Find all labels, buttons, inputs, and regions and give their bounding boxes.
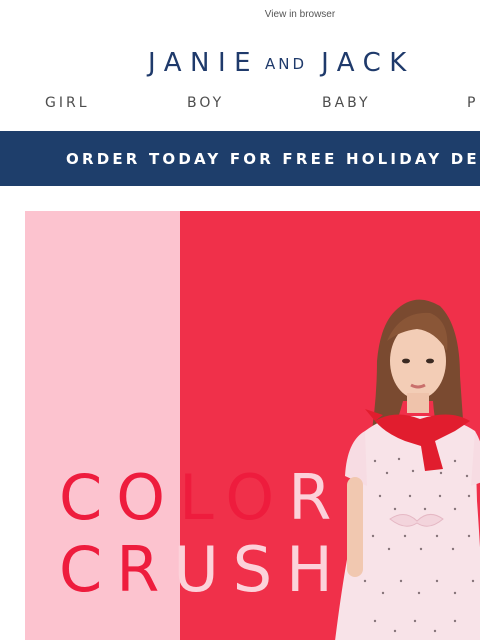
nav-item-boy[interactable]: BOY [187,95,224,111]
headline-crush: CRUSH [59,539,347,601]
headline-crush-soft: USH [173,533,347,606]
promo-banner[interactable]: ORDER TODAY FOR FREE HOLIDAY DELI [0,131,480,186]
nav-item-partial[interactable]: P [467,95,478,111]
logo-word-jack: JACK [321,48,415,78]
nav-item-baby[interactable]: BABY [322,95,371,111]
janie-and-jack-logo[interactable]: JANIE AND JACK [148,46,458,80]
girl-model-image [335,299,480,640]
logo-word-janie: JANIE [148,48,260,78]
logo-word-and: AND [265,55,308,73]
view-in-browser-link[interactable]: View in browser [0,9,480,20]
headline-color-soft: R [288,461,346,534]
promo-banner-text: ORDER TODAY FOR FREE HOLIDAY DELI [66,150,480,168]
headline-color: COLOR [59,467,345,529]
category-nav: GIRL BOY BABY P [0,95,480,117]
headline-color-strong: COLO [59,461,289,534]
nav-item-girl[interactable]: GIRL [45,95,90,111]
hero-image[interactable]: COLOR CRUSH [25,211,480,640]
email-page: View in browser JANIE AND JACK GIRL BOY … [0,0,480,640]
headline-crush-strong: CR [59,533,174,606]
